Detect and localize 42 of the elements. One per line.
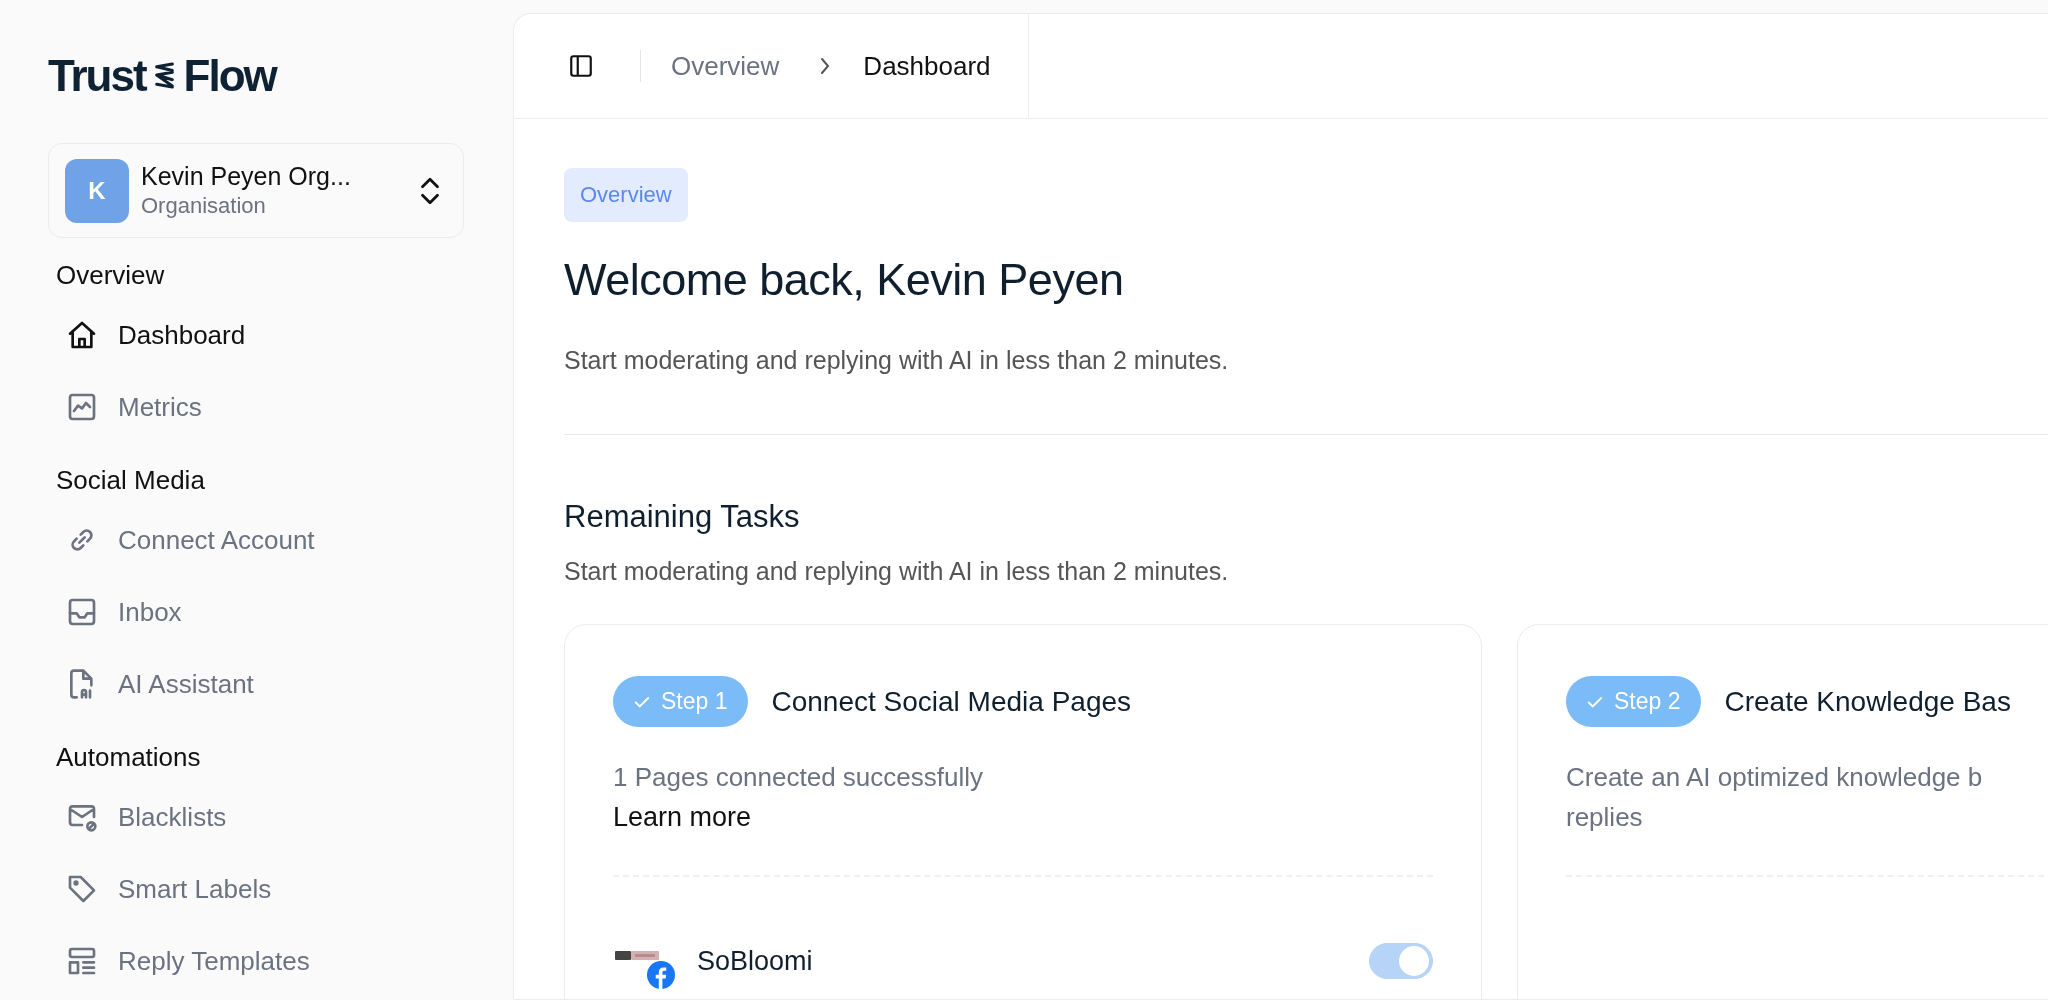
organisation-label: Organisation: [141, 193, 267, 219]
home-icon: [66, 319, 98, 351]
section-heading: Automations: [56, 742, 202, 773]
learn-more-link[interactable]: Learn more: [613, 797, 1433, 837]
task-title: Connect Social Media Pages: [771, 685, 1132, 718]
task-description: Create an AI optimized knowledge b replies: [1566, 761, 1984, 834]
section-title: Remaining Tasks: [564, 499, 800, 535]
logo-text: Trust: [48, 51, 146, 101]
sidebar-item[interactable]: Metrics: [48, 371, 212, 443]
chart-icon: [66, 391, 98, 423]
chevron-right-icon: [819, 56, 832, 76]
breadcrumb-item[interactable]: Overview: [671, 50, 780, 82]
page-title: Welcome back, Kevin Peyen: [564, 254, 1124, 306]
step-badge: Step 2: [1566, 676, 1701, 727]
logo-icon: [153, 61, 176, 91]
tag-icon: [66, 873, 98, 905]
task-title: Create Knowledge Bas: [1724, 685, 2011, 718]
avatar: K: [65, 158, 129, 223]
sidebar-item[interactable]: AI Assistant: [48, 648, 264, 720]
task-description: 1 Pages connected successfully: [613, 761, 984, 794]
chevron-up-down-icon: [419, 175, 441, 206]
sidebar-item[interactable]: Blacklists: [48, 781, 237, 853]
section-heading: Social Media: [56, 465, 206, 496]
sidebar-item[interactable]: Dashboard: [48, 299, 256, 371]
sidebar-item[interactable]: Smart Labels: [48, 853, 282, 925]
page-name: SoBloomi: [697, 945, 814, 977]
page-badge: Overview: [564, 168, 688, 222]
toggle-switch[interactable]: [1369, 943, 1433, 979]
inbox-icon: [66, 596, 98, 628]
breadcrumb-item[interactable]: Dashboard: [863, 50, 991, 82]
organisation-switcher[interactable]: K Kevin Peyen Org... Organisation: [48, 143, 464, 238]
section-subtitle: Start moderating and replying with AI in less than 2 minutes.: [564, 557, 1229, 586]
sidebar-item[interactable]: Reply Templates: [48, 925, 320, 997]
sidebar-item[interactable]: Inbox: [48, 576, 192, 648]
step-badge: Step 1: [613, 676, 748, 727]
logo-text: Flow: [183, 51, 276, 101]
template-icon: [66, 945, 98, 977]
section-heading: Overview: [56, 260, 166, 291]
facebook-icon: [647, 961, 675, 989]
page-subtitle: Start moderating and replying with AI in less than 2 minutes.: [564, 346, 1229, 375]
sidebar-item[interactable]: Connect Account: [48, 504, 325, 576]
organisation-name: Kevin Peyen Org...: [141, 162, 352, 191]
